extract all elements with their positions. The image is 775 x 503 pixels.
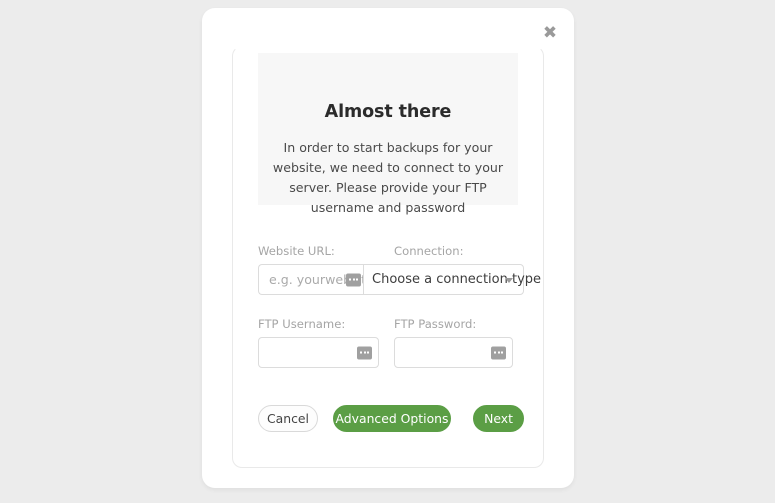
autofill-icon[interactable] [346,273,361,286]
page-title: Almost there [324,102,452,122]
ftp-password-cell [394,337,524,368]
form-row-inputs-1: Choose a connection type [258,264,541,295]
connection-type-value: Choose a connection type [372,272,542,287]
form-row-labels-1: Website URL: Connection: [258,244,524,264]
website-url-field[interactable] [258,264,363,295]
form-row-labels-2: FTP Username: FTP Password: [258,317,524,337]
form-row-inputs-2 [258,337,524,368]
autofill-icon[interactable] [357,346,372,359]
close-icon[interactable]: ✖ [539,22,561,44]
ftp-form: Website URL: Connection: Choose a connec… [258,244,541,368]
ftp-username-field[interactable] [258,337,379,368]
next-button[interactable]: Next [473,405,524,432]
modal-actions: Cancel Advanced Options Next [258,405,524,433]
chevron-down-icon [505,278,513,283]
connection-type-select[interactable]: Choose a connection type [363,264,541,295]
ftp-username-label: FTP Username: [258,317,346,331]
ftp-connection-modal: ✖ Almost there In order to start backups… [202,8,574,488]
ftp-password-field[interactable] [394,337,513,368]
website-url-label: Website URL: [258,244,335,258]
ftp-username-cell [258,337,394,368]
advanced-options-button[interactable]: Advanced Options [333,405,451,432]
ftp-password-label: FTP Password: [394,317,477,331]
intro-description: In order to start backups for your websi… [272,140,504,215]
intro-panel: Almost there In order to start backups f… [258,53,518,215]
autofill-icon[interactable] [491,346,506,359]
connection-label: Connection: [394,244,464,258]
cancel-button[interactable]: Cancel [258,405,318,432]
